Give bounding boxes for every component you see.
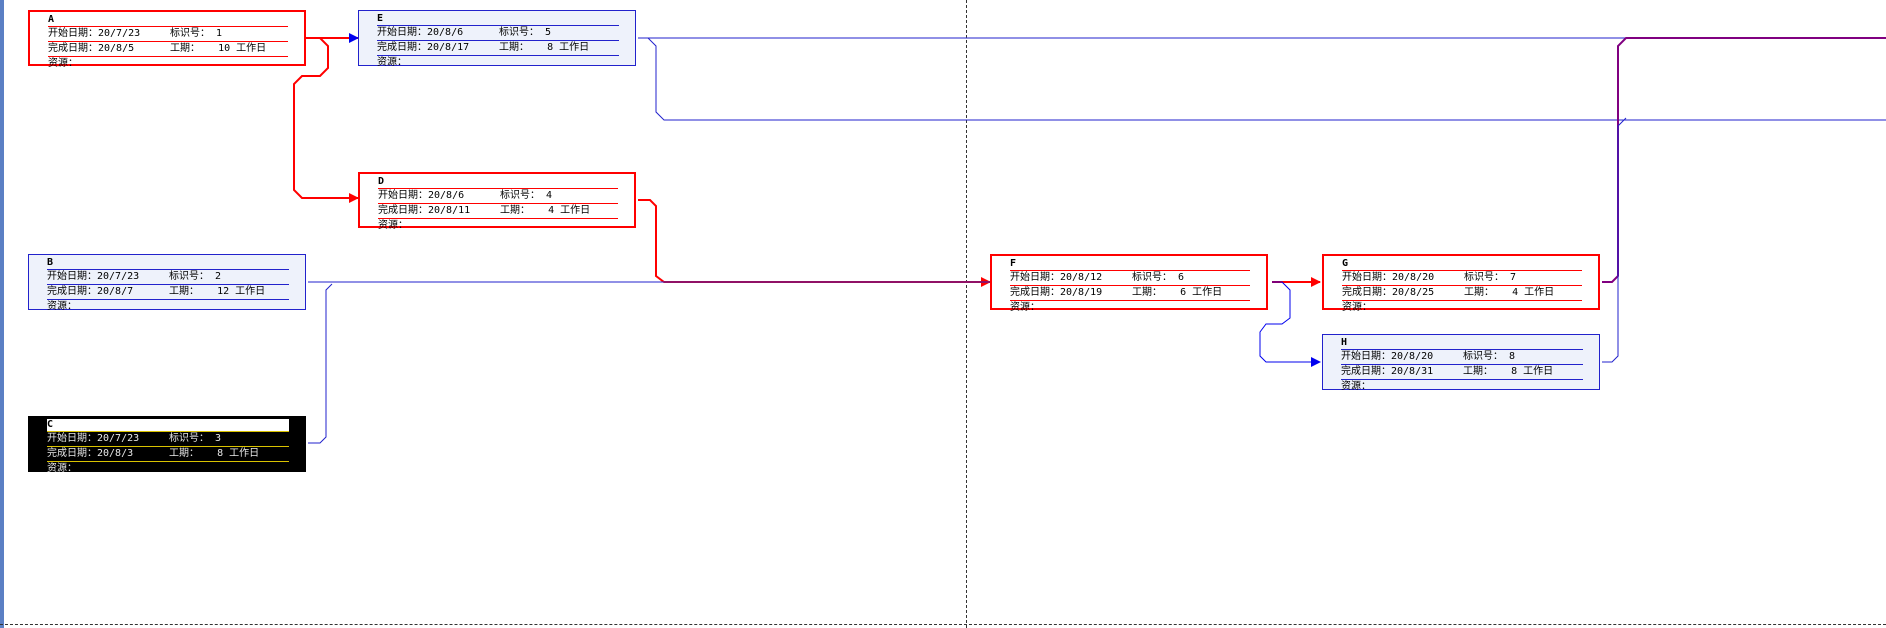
- task-node-b[interactable]: B 开始日期：20/7/23 标识号： 2 完成日期：20/8/7 工期： 12 工…: [28, 254, 306, 312]
- start-label: 开始日期：: [47, 433, 97, 444]
- start-date: 20/8/6: [427, 27, 464, 38]
- link-h-summary: [1602, 117, 1627, 363]
- resource-label: 资源：: [48, 58, 78, 69]
- task-id: 1: [216, 28, 223, 39]
- task-title: H: [1341, 337, 1583, 350]
- resource-label: 资源：: [1341, 381, 1371, 392]
- start-label: 开始日期：: [1341, 351, 1391, 362]
- finish-date: 20/8/7: [97, 286, 134, 297]
- finish-label: 完成日期：: [1341, 366, 1391, 377]
- id-label: 标识号：: [169, 433, 209, 444]
- finish-date: 20/8/19: [1060, 287, 1103, 298]
- task-id: 6: [1178, 272, 1185, 283]
- link-g-summary: [1602, 37, 1886, 283]
- start-date: 20/8/20: [1392, 272, 1435, 283]
- finish-date: 20/8/5: [98, 43, 135, 54]
- task-node-e[interactable]: E 开始日期：20/8/6 标识号： 5 完成日期：20/8/17 工期： 8 工作…: [358, 10, 636, 68]
- duration-value: 8 工作日: [217, 448, 260, 459]
- id-label: 标识号：: [500, 190, 540, 201]
- task-id: 5: [545, 27, 552, 38]
- finish-label: 完成日期：: [378, 205, 428, 216]
- task-node-f[interactable]: F 开始日期：20/8/12 标识号： 6 完成日期：20/8/19 工期： 6 工…: [990, 254, 1268, 313]
- finish-date: 20/8/11: [428, 205, 471, 216]
- task-node-c[interactable]: C 开始日期：20/7/23 标识号： 3 完成日期：20/8/3 工期： 8 工作…: [28, 416, 306, 474]
- task-title[interactable]: C: [47, 419, 289, 432]
- id-label: 标识号：: [1463, 351, 1503, 362]
- start-label: 开始日期：: [377, 27, 427, 38]
- finish-date: 20/8/25: [1392, 287, 1435, 298]
- start-date: 20/7/23: [97, 271, 140, 282]
- finish-date: 20/8/31: [1391, 366, 1434, 377]
- task-title: B: [47, 257, 289, 270]
- duration-label: 工期：: [499, 42, 529, 53]
- task-id: 2: [215, 271, 222, 282]
- duration-value: 6 工作日: [1180, 287, 1223, 298]
- finish-label: 完成日期：: [377, 42, 427, 53]
- task-title: A: [48, 14, 288, 27]
- id-label: 标识号：: [170, 28, 210, 39]
- link-d-f: [638, 199, 991, 287]
- network-diagram-canvas[interactable]: A 开始日期：20/7/23 标识号： 1 完成日期：20/8/5 工期： 10 工…: [0, 0, 1886, 628]
- duration-value: 10 工作日: [218, 43, 267, 54]
- finish-label: 完成日期：: [47, 286, 97, 297]
- duration-label: 工期：: [500, 205, 530, 216]
- task-id: 4: [546, 190, 553, 201]
- resource-label: 资源：: [47, 463, 77, 474]
- finish-label: 完成日期：: [48, 43, 98, 54]
- finish-label: 完成日期：: [1010, 287, 1060, 298]
- start-date: 20/8/12: [1060, 272, 1103, 283]
- start-label: 开始日期：: [1010, 272, 1060, 283]
- duration-label: 工期：: [169, 286, 199, 297]
- task-title: E: [377, 13, 619, 26]
- task-id: 7: [1510, 272, 1517, 283]
- duration-label: 工期：: [169, 448, 199, 459]
- task-title: D: [378, 176, 618, 189]
- link-f-h: [1259, 281, 1321, 367]
- resource-label: 资源：: [377, 57, 407, 68]
- start-date: 20/8/6: [428, 190, 465, 201]
- duration-label: 工期：: [1463, 366, 1493, 377]
- start-label: 开始日期：: [378, 190, 428, 201]
- task-id: 8: [1509, 351, 1516, 362]
- start-label: 开始日期：: [47, 271, 97, 282]
- duration-value: 8 工作日: [1511, 366, 1554, 377]
- duration-value: 4 工作日: [1512, 287, 1555, 298]
- start-label: 开始日期：: [48, 28, 98, 39]
- task-node-d[interactable]: D 开始日期：20/8/6 标识号： 4 完成日期：20/8/11 工期： 4 工作…: [358, 172, 636, 231]
- task-title: G: [1342, 258, 1582, 271]
- duration-value: 4 工作日: [548, 205, 591, 216]
- task-node-a[interactable]: A 开始日期：20/7/23 标识号： 1 完成日期：20/8/5 工期： 10 工…: [28, 10, 306, 69]
- duration-label: 工期：: [170, 43, 200, 54]
- duration-label: 工期：: [1132, 287, 1162, 298]
- duration-label: 工期：: [1464, 287, 1494, 298]
- task-id: 3: [215, 433, 222, 444]
- duration-value: 8 工作日: [547, 42, 590, 53]
- start-date: 20/7/23: [97, 433, 140, 444]
- finish-date: 20/8/17: [427, 42, 470, 53]
- resource-label: 资源：: [1010, 302, 1040, 313]
- finish-label: 完成日期：: [1342, 287, 1392, 298]
- duration-value: 12 工作日: [217, 286, 266, 297]
- id-label: 标识号：: [1132, 272, 1172, 283]
- dependency-links: [293, 33, 1886, 444]
- id-label: 标识号：: [1464, 272, 1504, 283]
- resource-label: 资源：: [1342, 302, 1372, 313]
- task-title: F: [1010, 258, 1250, 271]
- start-date: 20/8/20: [1391, 351, 1434, 362]
- resource-label: 资源：: [47, 301, 77, 312]
- id-label: 标识号：: [499, 27, 539, 38]
- link-c-b: [308, 283, 333, 444]
- finish-label: 完成日期：: [47, 448, 97, 459]
- link-e-lower: [647, 37, 1886, 121]
- task-node-g[interactable]: G 开始日期：20/8/20 标识号： 7 完成日期：20/8/25 工期： 4 工…: [1322, 254, 1600, 313]
- start-label: 开始日期：: [1342, 272, 1392, 283]
- id-label: 标识号：: [169, 271, 209, 282]
- task-node-h[interactable]: H 开始日期：20/8/20 标识号： 8 完成日期：20/8/31 工期： 8 工…: [1322, 334, 1600, 392]
- resource-label: 资源：: [378, 220, 408, 231]
- start-date: 20/7/23: [98, 28, 141, 39]
- finish-date: 20/8/3: [97, 448, 134, 459]
